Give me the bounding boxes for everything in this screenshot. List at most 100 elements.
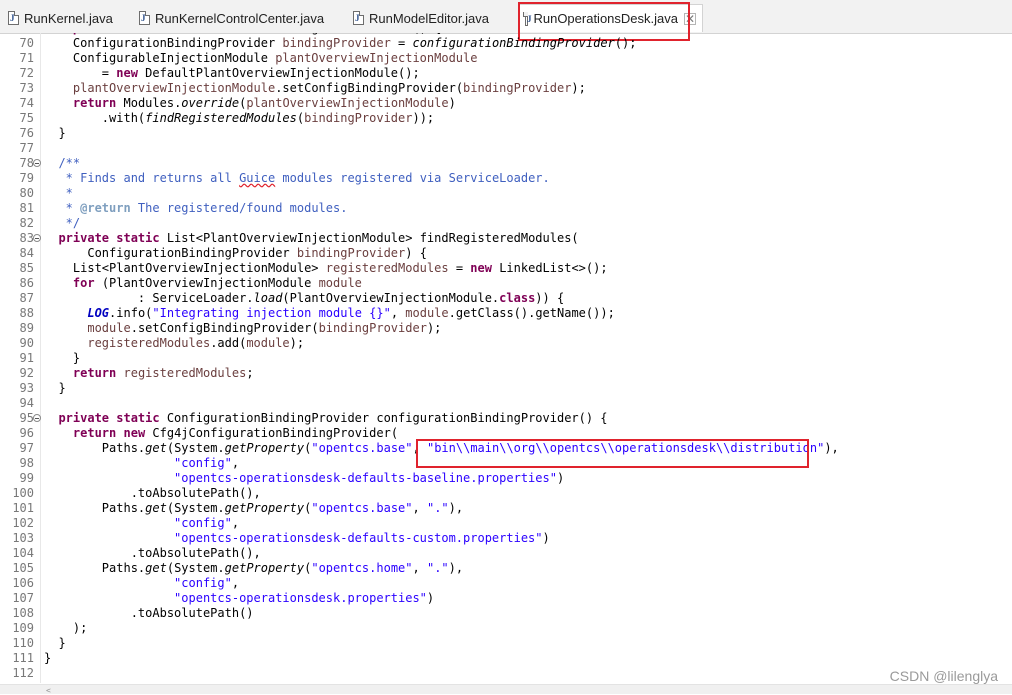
line-number: 76 (19, 126, 34, 140)
code-token: "." (426, 501, 449, 515)
code-token: } (44, 636, 66, 650)
code-line: 101 Paths.get(System.getProperty("opentc… (0, 501, 1012, 516)
tab-runoperationsdesk[interactable]: RunOperationsDesk.java ✕ (518, 4, 703, 32)
code-token: .setConfigBindingProvider( (130, 321, 319, 335)
code-token: "config" (174, 456, 232, 470)
code-text: return new Cfg4jConfigurationBindingProv… (44, 426, 398, 441)
fold-toggle-icon[interactable] (33, 159, 41, 167)
code-line: 89 module.setConfigBindingProvider(bindi… (0, 321, 1012, 336)
line-number: 79 (19, 171, 34, 185)
code-token: = (390, 36, 413, 50)
code-editor[interactable]: 69 private static Module customConfigura… (0, 33, 1012, 683)
code-line: 80 * (0, 186, 1012, 201)
code-token: Paths. (44, 501, 146, 515)
code-token: , (412, 561, 427, 575)
line-number: 93 (19, 381, 34, 395)
code-text: for (PlantOverviewInjectionModule module (44, 276, 362, 291)
code-token: get (145, 561, 167, 575)
code-token: ) (426, 591, 435, 605)
code-text: .toAbsolutePath() (44, 606, 254, 621)
code-text: Paths.get(System.getProperty("opentcs.ba… (44, 501, 463, 516)
code-text: } (44, 126, 65, 141)
line-number: 107 (12, 591, 34, 605)
code-text: LOG.info("Integrating injection module {… (44, 306, 614, 321)
code-token: ConfigurableInjectionModule (44, 51, 276, 65)
line-number: 96 (19, 426, 34, 440)
code-token: load (253, 291, 283, 305)
code-token: "opentcs-operationsdesk-defaults-baselin… (174, 471, 557, 485)
code-token: List<PlantOverviewInjectionModule> findR… (159, 231, 579, 245)
code-text: .toAbsolutePath(), (44, 486, 261, 501)
code-token: ) { (405, 246, 427, 260)
code-token: .toAbsolutePath(), (44, 486, 261, 500)
code-token: ); (426, 321, 442, 335)
code-token: getProperty (224, 561, 305, 575)
code-token: = (448, 261, 471, 275)
code-line: 110 } (0, 636, 1012, 651)
tab-label: RunKernel.java (24, 10, 113, 26)
code-line: 83 private static List<PlantOverviewInje… (0, 231, 1012, 246)
tab-runkernel[interactable]: RunKernel.java (2, 4, 119, 32)
fold-toggle-icon[interactable] (33, 234, 41, 242)
code-token: * (44, 201, 81, 215)
line-number: 81 (19, 201, 34, 215)
line-number: 92 (19, 366, 34, 380)
code-token: private static (58, 231, 160, 245)
code-text: "config", (44, 576, 239, 591)
code-text: return Modules.override(plantOverviewInj… (44, 96, 456, 111)
code-token: ), (448, 561, 464, 575)
code-line: 112 (0, 666, 1012, 681)
code-token: ) (556, 471, 565, 485)
tab-runmodeleditor[interactable]: RunModelEditor.java (347, 4, 495, 32)
code-token: modules registered via ServiceLoader. (275, 171, 550, 185)
code-token: ConfigurationBindingProvider configurati… (159, 411, 608, 425)
code-line: 86 for (PlantOverviewInjectionModule mod… (0, 276, 1012, 291)
code-line: 105 Paths.get(System.getProperty("opentc… (0, 561, 1012, 576)
code-token: Paths. (44, 441, 146, 455)
line-number: 84 (19, 246, 34, 260)
fold-toggle-icon[interactable] (33, 414, 41, 422)
code-text: Paths.get(System.getProperty("opentcs.ho… (44, 561, 463, 576)
code-line: 96 return new Cfg4jConfigurationBindingP… (0, 426, 1012, 441)
code-line: 88 LOG.info("Integrating injection modul… (0, 306, 1012, 321)
code-line: 71 ConfigurableInjectionModule plantOver… (0, 51, 1012, 66)
code-token: , (231, 516, 240, 530)
code-line: 103 "opentcs-operationsdesk-defaults-cus… (0, 531, 1012, 546)
line-number: 94 (19, 396, 34, 410)
line-number: 74 (19, 96, 34, 110)
code-text: "config", (44, 516, 239, 531)
code-line: 95 private static ConfigurationBindingPr… (0, 411, 1012, 426)
code-token: ConfigurationBindingProvider (44, 246, 297, 260)
code-token: (System. (166, 501, 225, 515)
code-token: LOG (87, 306, 110, 320)
line-number: 86 (19, 276, 34, 290)
tab-runkernelcontrolcenter[interactable]: RunKernelControlCenter.java (133, 4, 330, 32)
close-tab-icon[interactable]: ✕ (684, 12, 696, 25)
code-token: .with( (44, 111, 146, 125)
code-token: get (145, 501, 167, 515)
tab-label: RunOperationsDesk.java (533, 11, 678, 26)
code-token: new (116, 66, 138, 80)
line-number: 90 (19, 336, 34, 350)
code-token: return (72, 366, 117, 380)
code-token: registeredModules (123, 366, 247, 380)
code-token: .setConfigBindingProvider( (275, 81, 464, 95)
editor-tab-bar: RunKernel.java RunKernelControlCenter.ja… (0, 0, 1012, 34)
code-line: 109 ); (0, 621, 1012, 636)
code-token: Paths. (44, 561, 146, 575)
scroll-left-icon[interactable]: < (46, 686, 51, 695)
code-line: 81 * @return The registered/found module… (0, 201, 1012, 216)
code-text: List<PlantOverviewInjectionModule> regis… (44, 261, 608, 276)
code-token: } (44, 651, 52, 665)
line-number: 88 (19, 306, 34, 320)
code-token: Modules. (116, 96, 182, 110)
line-number: 73 (19, 81, 34, 95)
line-number: 108 (12, 606, 34, 620)
